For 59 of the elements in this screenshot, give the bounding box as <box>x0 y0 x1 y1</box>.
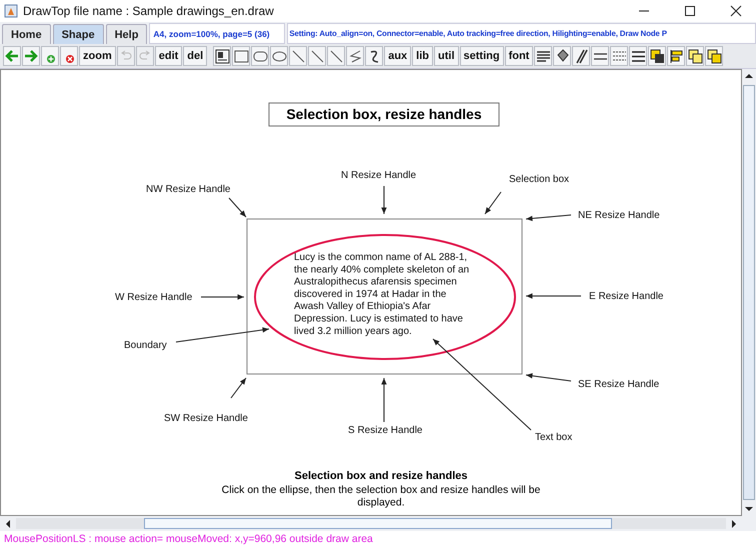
font-button[interactable]: font <box>504 46 534 66</box>
aux-button[interactable]: aux <box>384 46 412 66</box>
close-icon[interactable] <box>730 5 742 17</box>
page-info: A4, zoom=100%, page=5 (36) <box>149 23 286 44</box>
bring-front-icon[interactable] <box>648 46 666 66</box>
app-icon <box>4 4 18 18</box>
pointer-arrow <box>484 192 502 214</box>
caption-text: Click on the ellipse, then the selection box and resize handles will be displayed. <box>222 484 540 508</box>
rounded-rectangle-tool-icon[interactable] <box>251 46 270 66</box>
ellipse-tool-icon[interactable] <box>270 46 288 66</box>
scroll-down-icon[interactable] <box>744 504 754 514</box>
caption-title: Selection box and resize handles <box>294 470 468 482</box>
drawing-title: Selection box, resize handles <box>268 102 500 126</box>
edit-button[interactable]: edit <box>154 46 182 66</box>
menu-tab[interactable]: Home <box>2 24 51 44</box>
ungroup-icon[interactable] <box>705 46 724 66</box>
scroll-right-icon[interactable] <box>729 518 739 528</box>
annotation-label: SE Resize Handle <box>578 379 660 390</box>
pointer-arrow <box>228 198 246 218</box>
pointer-arrow <box>526 293 582 299</box>
annotation-label: W Resize Handle <box>115 292 192 303</box>
menu-tab[interactable]: Help <box>106 24 148 44</box>
annotation-label: Text box <box>535 432 572 443</box>
line-style-icon[interactable] <box>610 46 628 66</box>
group-icon[interactable] <box>686 46 704 66</box>
annotation-label: S Resize Handle <box>348 425 422 436</box>
text-box-paragraph: Lucy is the common name of AL 288-1, the nearly 40% complete skeleton of an Australopithecus afarensis specimen discovered in 1974 at Hadar in the Awash Valley of Ethiopia's Afar Depression. Lucy is estimated to have lived 3.2 million years ago. <box>294 252 470 337</box>
curve-tool-icon[interactable] <box>365 46 384 66</box>
status-bar: MousePositionLS : mouse action= mouseMoved: x,y=960,96 outside draw area <box>0 531 756 547</box>
text-align-icon[interactable] <box>534 46 552 66</box>
annotation-label: NW Resize Handle <box>146 184 230 195</box>
pointer-arrow <box>230 378 246 398</box>
line-tool-icon[interactable] <box>289 46 308 66</box>
zoom-button[interactable]: zoom <box>79 46 116 66</box>
pointer-arrow <box>200 294 244 300</box>
annotation-label: E Resize Handle <box>589 291 664 302</box>
window-title: DrawTop file name : Sample drawings_en.draw <box>23 4 275 18</box>
line-width-icon[interactable] <box>591 46 610 66</box>
annotation-label: SW Resize Handle <box>164 413 248 424</box>
add-page-icon[interactable] <box>41 46 59 66</box>
annotation-label: Selection box <box>509 174 570 185</box>
annotation-label: NE Resize Handle <box>578 210 660 221</box>
text-tool-icon[interactable] <box>213 46 232 66</box>
delete-button[interactable]: del <box>183 46 208 66</box>
delete-page-icon[interactable] <box>60 46 78 66</box>
maximize-icon[interactable] <box>684 5 696 17</box>
annotation-label: Boundary <box>124 340 167 351</box>
menu-tab[interactable]: Shape <box>52 24 104 44</box>
pointer-arrow <box>381 378 387 422</box>
library-button[interactable]: lib <box>412 46 434 66</box>
align-left-icon[interactable] <box>667 46 686 66</box>
annotation-label: N Resize Handle <box>341 170 416 181</box>
scroll-up-icon[interactable] <box>744 71 754 81</box>
pointer-arrow <box>526 214 572 222</box>
setting-button[interactable]: setting <box>460 46 504 66</box>
rectangle-tool-icon[interactable] <box>232 46 250 66</box>
pointer-arrow <box>381 186 387 214</box>
utility-button[interactable]: util <box>434 46 459 66</box>
polyline-tool-icon[interactable] <box>346 46 364 66</box>
